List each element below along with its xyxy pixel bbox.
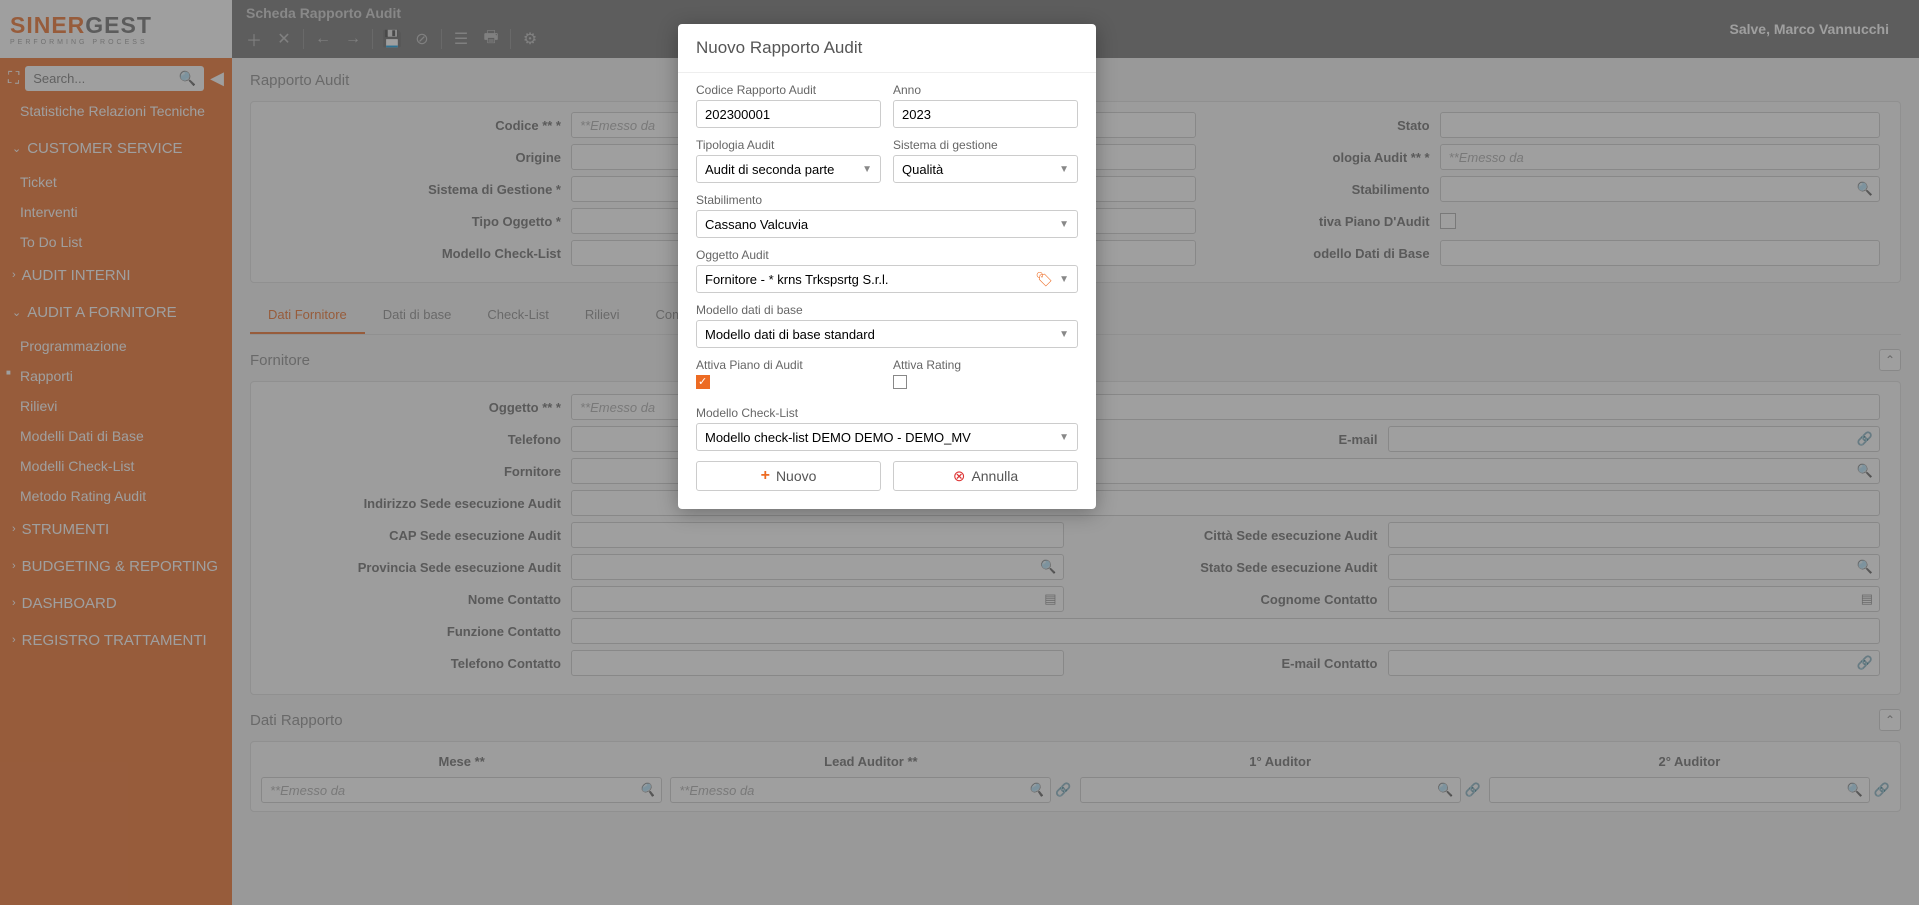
modal-codice-label: Codice Rapporto Audit xyxy=(696,83,881,97)
modal-attiva-rating-checkbox[interactable] xyxy=(893,375,907,389)
modal-attiva-piano-label: Attiva Piano di Audit xyxy=(696,358,881,372)
chevron-down-icon: ▼ xyxy=(1059,432,1069,443)
modal-oggetto-select[interactable]: Fornitore - * krns Trkspsrtg S.r.l.🏷▼ xyxy=(696,265,1078,293)
modal-tipologia-select[interactable]: Audit di seconda parte▼ xyxy=(696,155,881,183)
chevron-down-icon: ▼ xyxy=(1059,274,1069,285)
annulla-button[interactable]: ⊗Annulla xyxy=(893,461,1078,491)
modal-anno-input[interactable]: 2023 xyxy=(893,100,1078,128)
modal-sistema-label: Sistema di gestione xyxy=(893,138,1078,152)
modal-attiva-rating-label: Attiva Rating xyxy=(893,358,1078,372)
modal-sistema-select[interactable]: Qualità▼ xyxy=(893,155,1078,183)
modal-tipologia-label: Tipologia Audit xyxy=(696,138,881,152)
modal-codice-input[interactable]: 202300001 xyxy=(696,100,881,128)
plus-icon: + xyxy=(761,467,770,485)
tag-icon[interactable]: 🏷 xyxy=(1035,271,1053,288)
modal-modello-cl-select[interactable]: Modello check-list DEMO DEMO - DEMO_MV▼ xyxy=(696,423,1078,451)
modal-oggetto-label: Oggetto Audit xyxy=(696,248,1078,262)
modal-modello-cl-label: Modello Check-List xyxy=(696,406,1078,420)
modal-stabilimento-select[interactable]: Cassano Valcuvia▼ xyxy=(696,210,1078,238)
chevron-down-icon: ▼ xyxy=(1059,329,1069,340)
modal-anno-label: Anno xyxy=(893,83,1078,97)
nuovo-button[interactable]: +Nuovo xyxy=(696,461,881,491)
chevron-down-icon: ▼ xyxy=(862,164,872,175)
chevron-down-icon: ▼ xyxy=(1059,219,1069,230)
modal-attiva-piano-checkbox[interactable] xyxy=(696,375,710,389)
modal-modello-dati-select[interactable]: Modello dati di base standard▼ xyxy=(696,320,1078,348)
modal-modello-dati-label: Modello dati di base xyxy=(696,303,1078,317)
modal-stabilimento-label: Stabilimento xyxy=(696,193,1078,207)
modal-title: Nuovo Rapporto Audit xyxy=(678,24,1096,73)
chevron-down-icon: ▼ xyxy=(1059,164,1069,175)
cancel-icon: ⊗ xyxy=(953,467,966,485)
modal-nuovo-rapporto: Nuovo Rapporto Audit Codice Rapporto Aud… xyxy=(678,24,1096,509)
